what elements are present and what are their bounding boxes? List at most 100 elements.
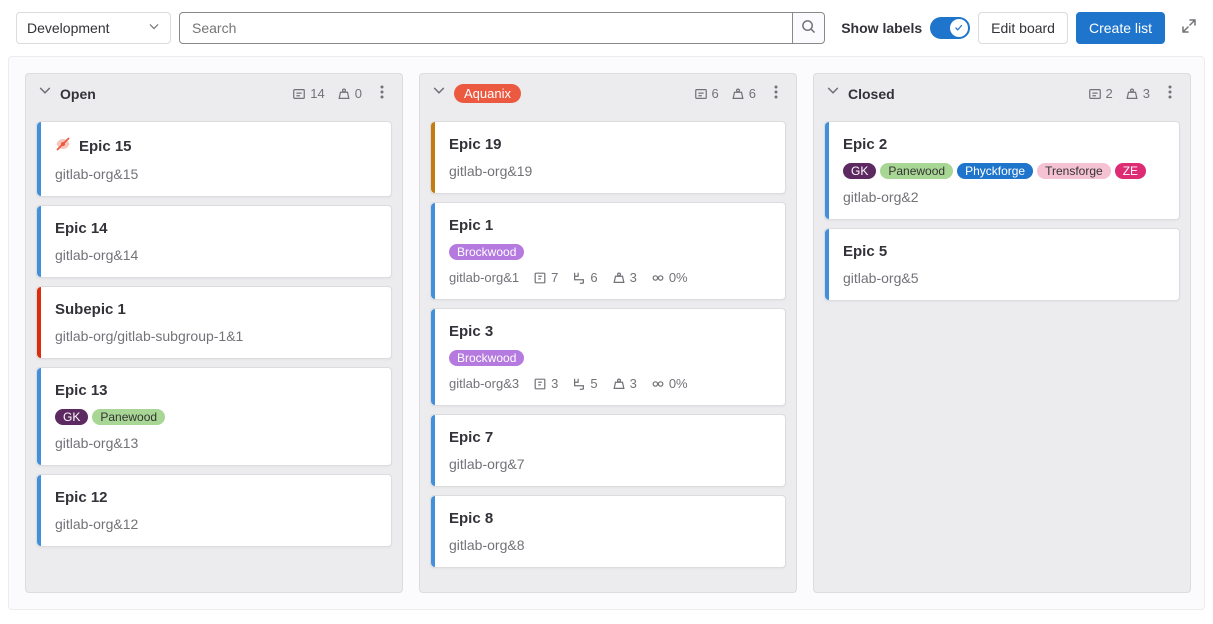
card[interactable]: Epic 15gitlab-org&15 [36,121,392,197]
card[interactable]: Epic 7 gitlab-org&7 [430,414,786,487]
card-labels: Brockwood [449,244,771,260]
search-button[interactable] [792,13,824,43]
card-meta: gitlab-org&17630% [449,270,771,285]
label[interactable]: GK [843,163,876,179]
expand-icon[interactable] [1181,18,1197,39]
card-title: Epic 2 [843,136,1165,153]
card-meta: gitlab-org&5 [843,270,1165,286]
label[interactable]: ZE [1115,163,1146,179]
card-reference: gitlab-org&13 [55,435,138,451]
card-meta: gitlab-org&12 [55,516,377,532]
label[interactable]: Panewood [92,409,165,425]
card-title: Epic 19 [449,136,771,153]
weight-count: 3 [1125,86,1150,101]
card[interactable]: Epic 3 Brockwood gitlab-org&3 353 0% [430,308,786,406]
card-reference: gitlab-org&8 [449,537,525,553]
column-menu-icon[interactable] [1162,84,1178,103]
card-stripe [431,415,435,486]
confidential-icon [55,136,71,156]
label[interactable]: Brockwood [449,244,524,260]
search-box [179,12,825,44]
column-counts: 66 [694,84,784,103]
card-meta: gitlab-org/gitlab-subgroup-1&1 [55,328,377,344]
label[interactable]: Brockwood [449,350,524,366]
show-labels-text: Show labels [841,20,922,36]
card-meta: gitlab-org&8 [449,537,771,553]
chevron-down-icon[interactable] [432,84,446,103]
card-labels: GKPanewood [55,409,377,425]
card-reference: gitlab-org/gitlab-subgroup-1&1 [55,328,243,344]
column-menu-icon[interactable] [768,84,784,103]
card-reference: gitlab-org&12 [55,516,138,532]
card-reference: gitlab-org&3 [449,376,519,391]
chevron-down-icon [148,20,160,36]
card[interactable]: Epic 12gitlab-org&12 [36,474,392,547]
epic-count: 6 [694,86,719,101]
progress-stat: 0% [651,376,688,391]
toolbar: Development Show labels Edit board Creat… [0,0,1213,56]
card-stripe [431,203,435,299]
card-reference: gitlab-org&15 [55,166,138,182]
card-meta: gitlab-org&13 [55,435,377,451]
board-name: Development [27,20,110,36]
card-title: Epic 3 [449,323,771,340]
card[interactable]: Epic 2GKPanewoodPhyckforgeTrensforgeZEgi… [824,121,1180,220]
card[interactable]: Epic 14 gitlab-org&14 [36,205,392,278]
board-column: Aquanix 66 Epic 19 gitlab-org&19 Epic 1 Brock… [419,73,797,593]
board-area: Open140Epic 15gitlab-org&15Epic 14gitlab… [9,57,1204,609]
card-stripe [431,122,435,193]
card-labels: Brockwood [449,350,771,366]
chevron-down-icon[interactable] [38,84,52,103]
card-reference: gitlab-org&14 [55,247,138,263]
card-stripe [37,122,41,196]
card[interactable]: Epic 5gitlab-org&5 [824,228,1180,301]
edit-board-button[interactable]: Edit board [978,12,1068,44]
card[interactable]: Epic 8gitlab-org&8 [430,495,786,568]
card-title: Epic 7 [449,429,771,446]
card[interactable]: Epic 19 gitlab-org&19 [430,121,786,194]
column-counts: 23 [1088,84,1178,103]
weight-stat: 3 [612,376,637,391]
board-column: Closed 23 Epic 2 GKPanewoodPhyckforgeTrensf… [813,73,1191,593]
card[interactable]: Subepic 1 gitlab-org/gitlab-subgroup-1&1 [36,286,392,359]
card-title: Epic 14 [55,220,377,237]
weight-count: 0 [337,86,362,101]
card-stripe [825,122,829,219]
card-meta: gitlab-org&19 [449,163,771,179]
card[interactable]: Epic 1Brockwoodgitlab-org&17630% [430,202,786,300]
column-title: Closed [848,86,895,102]
toggle-knob [950,19,968,37]
card-meta: gitlab-org&14 [55,247,377,263]
card-reference: gitlab-org&1 [449,270,519,285]
column-menu-icon[interactable] [374,84,390,103]
card-stripe [431,309,435,405]
card-reference: gitlab-org&5 [843,270,919,286]
chevron-down-icon[interactable] [826,84,840,103]
issue-count: 3 [533,376,558,391]
card-stripe [37,206,41,277]
column-header: Aquanix 66 [419,73,797,113]
card-title: Epic 1 [449,217,771,234]
card-stripe [431,496,435,567]
card-stripe [37,475,41,546]
search-input[interactable] [180,20,792,36]
weight-stat: 3 [612,270,637,285]
label[interactable]: Trensforge [1037,163,1111,179]
card-meta: gitlab-org&7 [449,456,771,472]
child-epic-count: 5 [572,376,597,391]
label[interactable]: GK [55,409,88,425]
card[interactable]: Epic 13GKPanewoodgitlab-org&13 [36,367,392,466]
board-selector[interactable]: Development [16,12,171,44]
create-list-button[interactable]: Create list [1076,12,1165,44]
issue-count: 7 [533,270,558,285]
column-title-label: Aquanix [454,84,521,103]
label[interactable]: Phyckforge [957,163,1033,179]
card-reference: gitlab-org&7 [449,456,525,472]
card-stripe [825,229,829,300]
show-labels-toggle[interactable] [930,17,970,39]
epic-count: 14 [292,86,324,101]
label[interactable]: Panewood [880,163,953,179]
column-header: Closed 23 [813,73,1191,113]
column-title: Open [60,86,96,102]
card-title: Subepic 1 [55,301,377,318]
